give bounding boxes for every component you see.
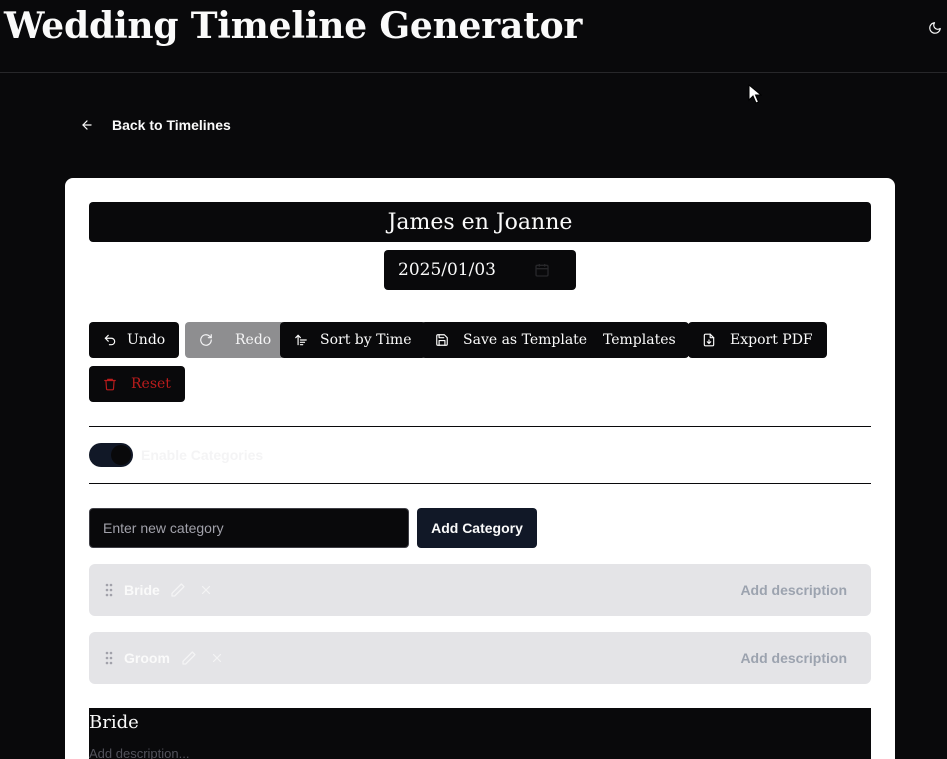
section-title: Bride xyxy=(89,712,139,733)
theme-toggle-button[interactable] xyxy=(925,18,945,38)
sort-by-time-button[interactable]: Sort by Time xyxy=(280,322,426,358)
undo-label: Undo xyxy=(127,332,166,348)
back-link-label: Back to Timelines xyxy=(112,117,231,133)
export-pdf-label: Export PDF xyxy=(730,332,813,348)
undo-button[interactable]: Undo xyxy=(89,322,180,358)
category-section: Bride Add description... xyxy=(89,708,871,759)
pencil-icon[interactable] xyxy=(170,582,186,598)
date-value: 2025/01/03 xyxy=(398,260,496,280)
reset-label: Reset xyxy=(131,376,171,392)
moon-icon xyxy=(929,22,941,34)
close-icon[interactable] xyxy=(210,651,224,665)
category-name: Bride xyxy=(124,582,160,598)
reset-button[interactable]: Reset xyxy=(89,366,185,402)
back-to-timelines-link[interactable]: Back to Timelines xyxy=(80,114,231,136)
category-row: Bride Add description xyxy=(89,564,871,616)
templates-label: Templates xyxy=(603,332,676,348)
new-category-input[interactable]: Enter new category xyxy=(89,508,409,548)
drag-handle-icon[interactable] xyxy=(105,583,113,597)
redo-label: Redo xyxy=(235,332,272,348)
pencil-icon[interactable] xyxy=(181,650,197,666)
file-download-icon xyxy=(703,333,715,347)
category-row: Groom Add description xyxy=(89,632,871,684)
timeline-date-input[interactable]: 2025/01/03 xyxy=(384,250,576,290)
trash-icon xyxy=(104,378,116,391)
add-category-button[interactable]: Add Category xyxy=(417,508,537,548)
mouse-cursor-icon xyxy=(748,84,762,104)
close-icon[interactable] xyxy=(199,583,213,597)
redo-icon xyxy=(200,334,212,346)
timeline-editor-card: James en Joanne 2025/01/03 Undo Redo Sor… xyxy=(65,178,895,759)
category-name: Groom xyxy=(124,650,170,666)
toggle-knob xyxy=(111,445,131,465)
sort-ascending-icon xyxy=(295,334,307,346)
arrow-left-icon xyxy=(82,120,92,130)
save-template-label: Save as Template xyxy=(463,332,588,348)
divider xyxy=(89,483,871,484)
app-title: Wedding Timeline Generator xyxy=(4,5,583,47)
enable-categories-label: Enable Categories xyxy=(141,447,264,463)
save-as-template-button[interactable]: Save as Template xyxy=(421,322,602,358)
drag-handle-icon[interactable] xyxy=(105,651,113,665)
timeline-title-input[interactable]: James en Joanne xyxy=(89,202,871,242)
sort-label: Sort by Time xyxy=(320,332,412,348)
undo-icon xyxy=(104,334,116,346)
app-header: Wedding Timeline Generator xyxy=(0,0,947,73)
section-description-input[interactable]: Add description... xyxy=(89,746,189,759)
save-icon xyxy=(436,334,448,346)
add-description-button[interactable]: Add description xyxy=(740,582,847,598)
export-pdf-button[interactable]: Export PDF xyxy=(688,322,827,358)
add-description-button[interactable]: Add description xyxy=(740,650,847,666)
templates-button[interactable]: Templates xyxy=(590,322,689,358)
divider xyxy=(89,426,871,427)
calendar-icon[interactable] xyxy=(534,262,550,278)
redo-button[interactable]: Redo xyxy=(185,322,286,358)
enable-categories-toggle[interactable] xyxy=(89,443,133,467)
